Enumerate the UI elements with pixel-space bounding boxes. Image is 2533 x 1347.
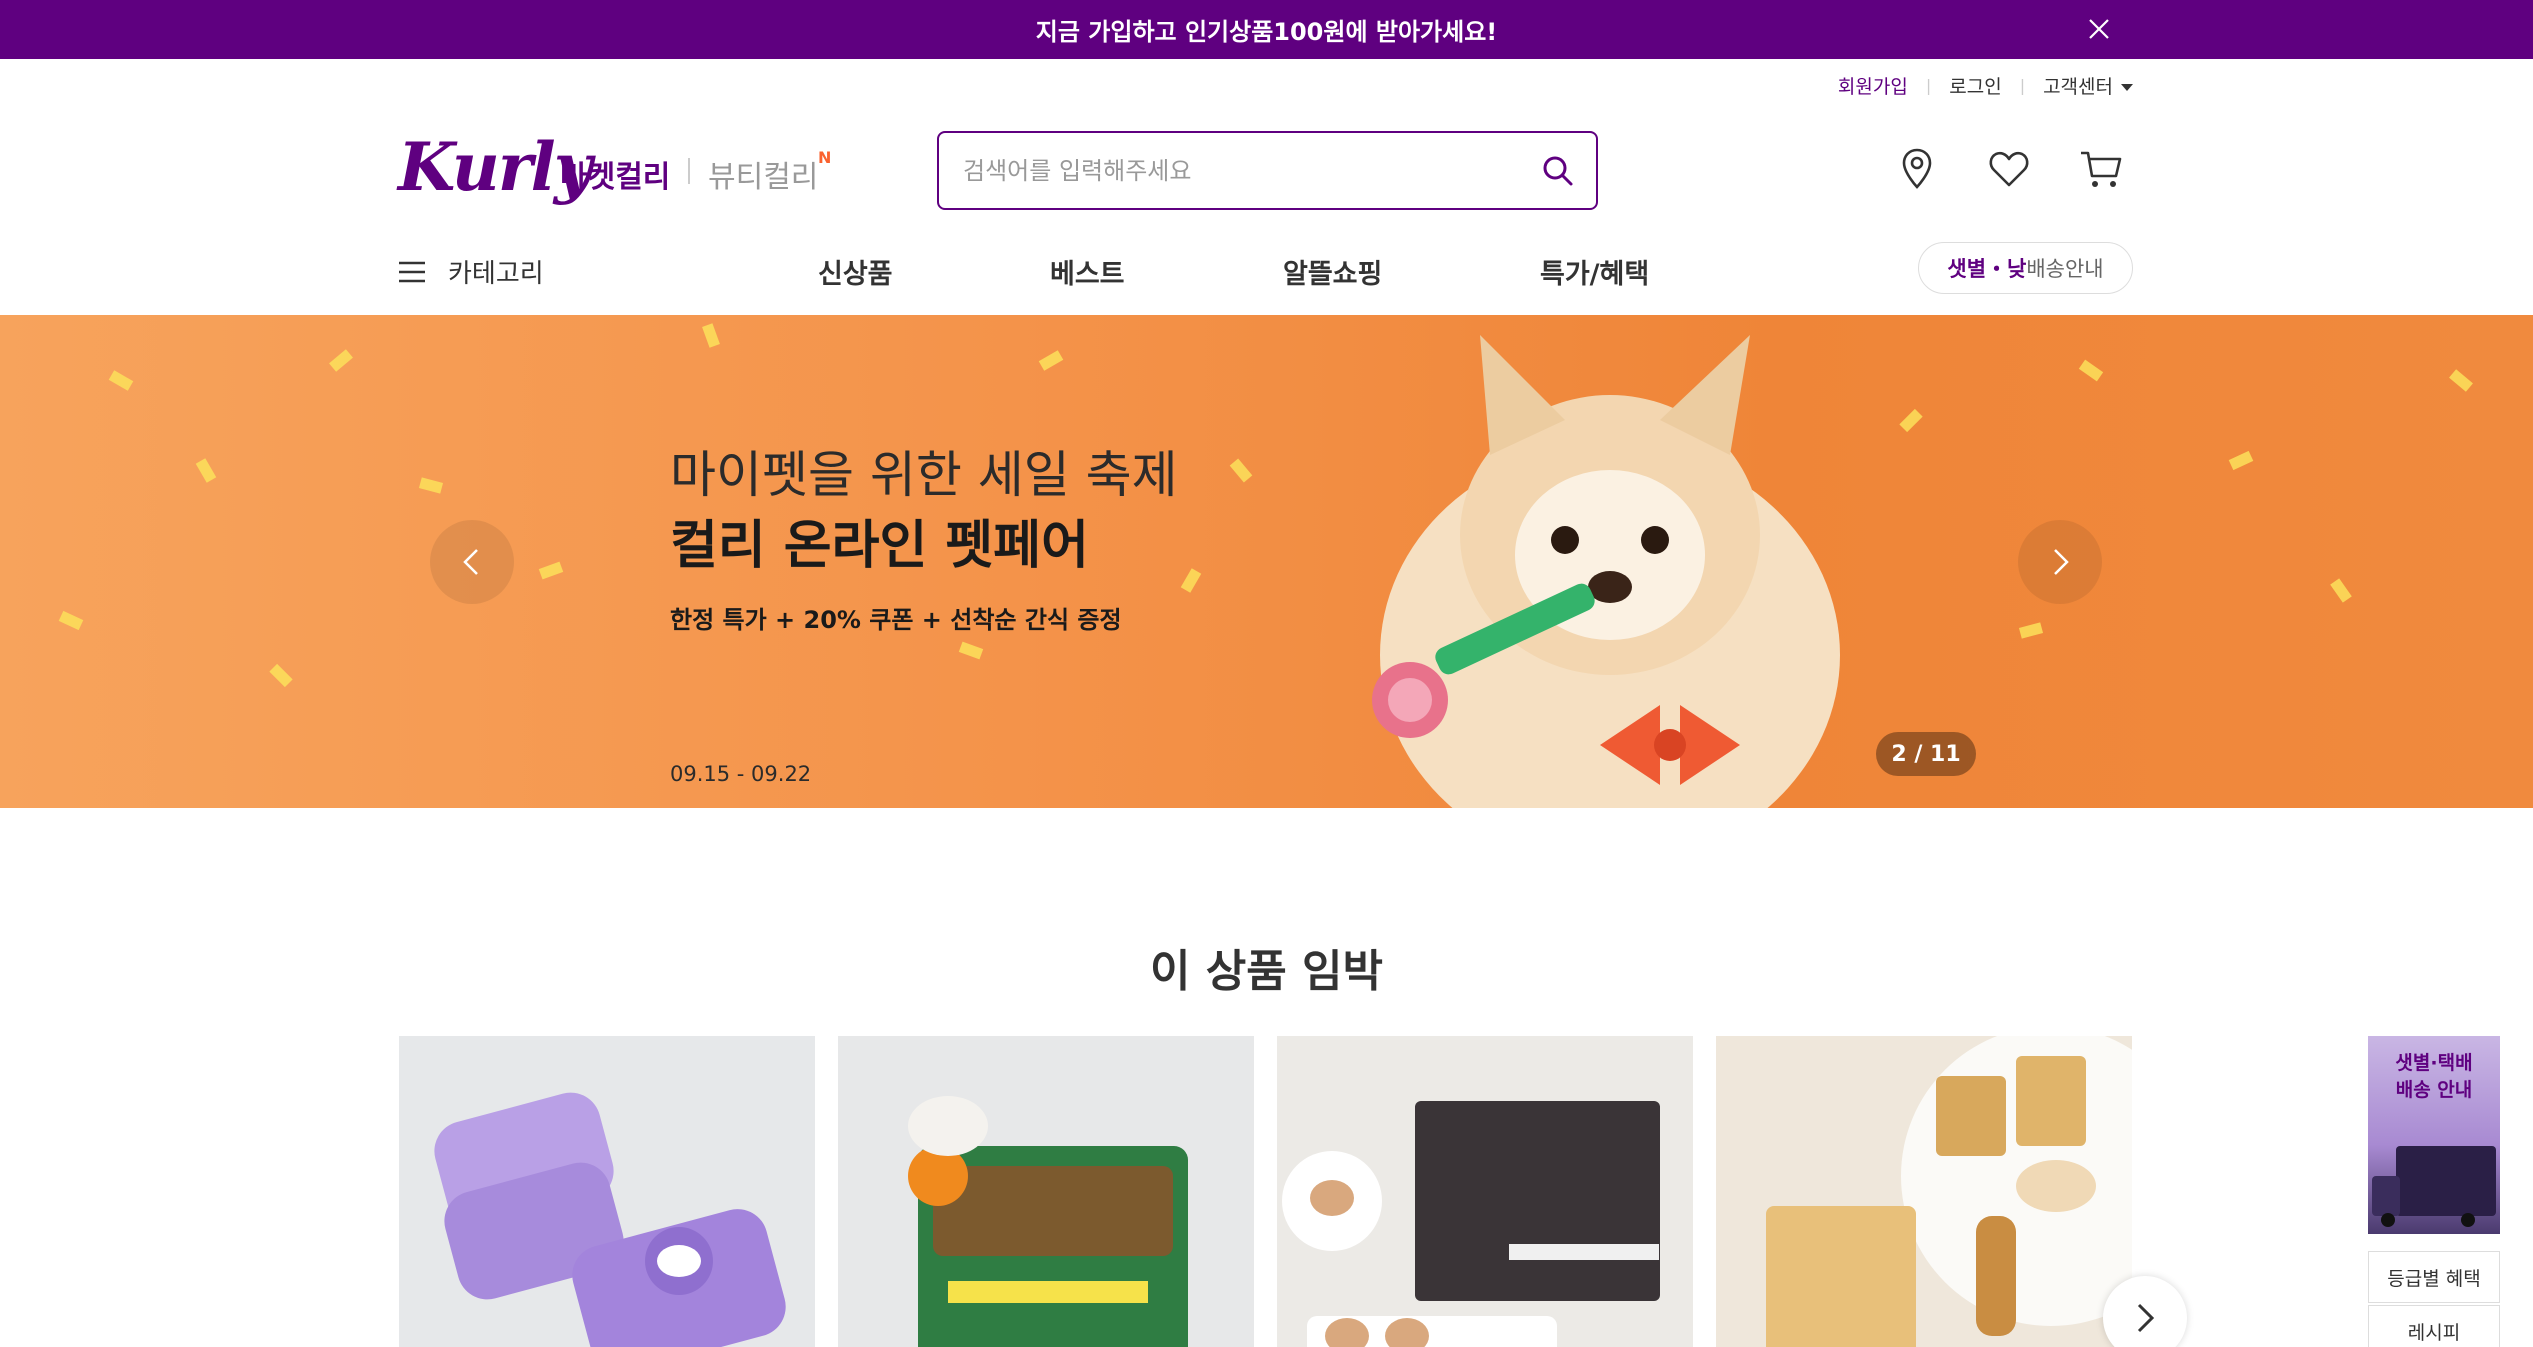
login-link[interactable]: 로그인 bbox=[1949, 72, 2001, 99]
delivery-guide-banner[interactable]: 샛별·택배 배송 안내 bbox=[2368, 1036, 2500, 1234]
confetti bbox=[418, 477, 444, 494]
promo-text[interactable]: 지금 가입하고 인기상품100원에 받아가세요! bbox=[1036, 12, 1497, 47]
search-box bbox=[937, 131, 1598, 210]
tab-new-products[interactable]: 신상품 bbox=[818, 252, 893, 291]
tab-best[interactable]: 베스트 bbox=[1050, 252, 1125, 291]
hamburger-icon bbox=[399, 261, 425, 282]
banner-date: 09.15 - 09.22 bbox=[670, 762, 812, 786]
banner-counter: 2 / 11 bbox=[1876, 732, 1976, 776]
confetti bbox=[1180, 568, 1202, 593]
divider bbox=[688, 158, 690, 184]
heart-icon[interactable] bbox=[1986, 146, 2032, 192]
chevron-right-icon bbox=[2137, 1303, 2155, 1333]
cart-icon[interactable] bbox=[2078, 146, 2124, 192]
confetti bbox=[2078, 359, 2104, 382]
dog-image bbox=[1372, 335, 1840, 808]
tab-beauty-kurly[interactable]: 뷰티컬리 bbox=[708, 152, 818, 196]
product-card[interactable] bbox=[1277, 1036, 1693, 1347]
search-icon[interactable] bbox=[1540, 153, 1576, 189]
confetti bbox=[58, 610, 84, 631]
confetti bbox=[538, 561, 564, 580]
banner-description: 한정 특가 + 20% 쿠폰 + 선착순 간식 증정 bbox=[670, 606, 1122, 634]
banner-title: 컬리 온라인 펫페어 bbox=[670, 516, 1089, 576]
tab-special-offers[interactable]: 특가/혜택 bbox=[1540, 252, 1649, 291]
chevron-right-icon bbox=[2054, 549, 2069, 575]
product-card[interactable] bbox=[399, 1036, 815, 1347]
confetti bbox=[269, 663, 293, 688]
category-menu[interactable]: 카테고리 bbox=[398, 253, 544, 290]
tab-market-kurly[interactable]: 마켓컬리 bbox=[560, 152, 670, 196]
tab-bargain[interactable]: 알뜰쇼핑 bbox=[1283, 252, 1382, 291]
divider: | bbox=[2019, 76, 2026, 95]
delivery-strong-label: 샛별・낮 bbox=[1947, 257, 2027, 281]
chevron-left-icon bbox=[463, 549, 478, 575]
category-label: 카테고리 bbox=[448, 259, 544, 289]
product-image bbox=[1282, 1101, 1660, 1347]
close-icon[interactable] bbox=[2082, 12, 2116, 46]
confetti bbox=[702, 323, 720, 348]
banner-subtitle: 마이펫을 위한 세일 축제 bbox=[670, 446, 1178, 504]
promo-bar[interactable]: 지금 가입하고 인기상품100원에 받아가세요! bbox=[0, 0, 2533, 59]
confetti bbox=[2449, 369, 2473, 392]
confetti bbox=[2228, 450, 2254, 471]
recipe-link[interactable]: 레시피 bbox=[2368, 1305, 2500, 1347]
signup-link[interactable]: 회원가입 bbox=[1838, 72, 1908, 99]
delivery-truck-image bbox=[2372, 1146, 2496, 1227]
divider: | bbox=[1925, 76, 1932, 95]
grade-benefit-link[interactable]: 등급별 혜택 bbox=[2368, 1251, 2500, 1303]
location-icon[interactable] bbox=[1894, 146, 1940, 192]
confetti bbox=[108, 370, 134, 391]
confetti bbox=[958, 641, 984, 660]
banner-next-button[interactable] bbox=[2018, 520, 2102, 604]
delivery-info-button[interactable]: 샛별・낮 배송안내 bbox=[1918, 242, 2133, 294]
confetti bbox=[2018, 622, 2044, 639]
section-title: 이 상품 임박 bbox=[1149, 946, 1384, 997]
search-input[interactable] bbox=[963, 151, 1523, 191]
customer-center-label: 고객센터 bbox=[2043, 76, 2113, 98]
product-image bbox=[434, 1092, 786, 1347]
banner-prev-button[interactable] bbox=[430, 520, 514, 604]
new-badge: N bbox=[818, 148, 832, 167]
product-image bbox=[908, 1096, 1188, 1347]
product-image bbox=[1766, 1036, 2132, 1347]
util-links: 회원가입 | 로그인 | 고객센터 bbox=[1838, 72, 2133, 99]
confetti bbox=[2330, 578, 2352, 603]
confetti bbox=[329, 349, 353, 372]
product-card[interactable] bbox=[1716, 1036, 2132, 1347]
confetti bbox=[1899, 408, 1923, 433]
confetti bbox=[1038, 350, 1064, 371]
products-next-button[interactable] bbox=[2103, 1276, 2187, 1347]
product-card[interactable] bbox=[838, 1036, 1254, 1347]
delivery-rest-label: 배송안내 bbox=[2026, 257, 2104, 281]
caret-down-icon bbox=[2121, 84, 2133, 91]
confetti bbox=[1229, 458, 1253, 483]
main-banner[interactable]: 마이펫을 위한 세일 축제 컬리 온라인 펫페어 한정 특가 + 20% 쿠폰 … bbox=[0, 315, 2533, 808]
customer-center-link[interactable]: 고객센터 bbox=[2043, 72, 2133, 99]
confetti bbox=[195, 458, 217, 483]
